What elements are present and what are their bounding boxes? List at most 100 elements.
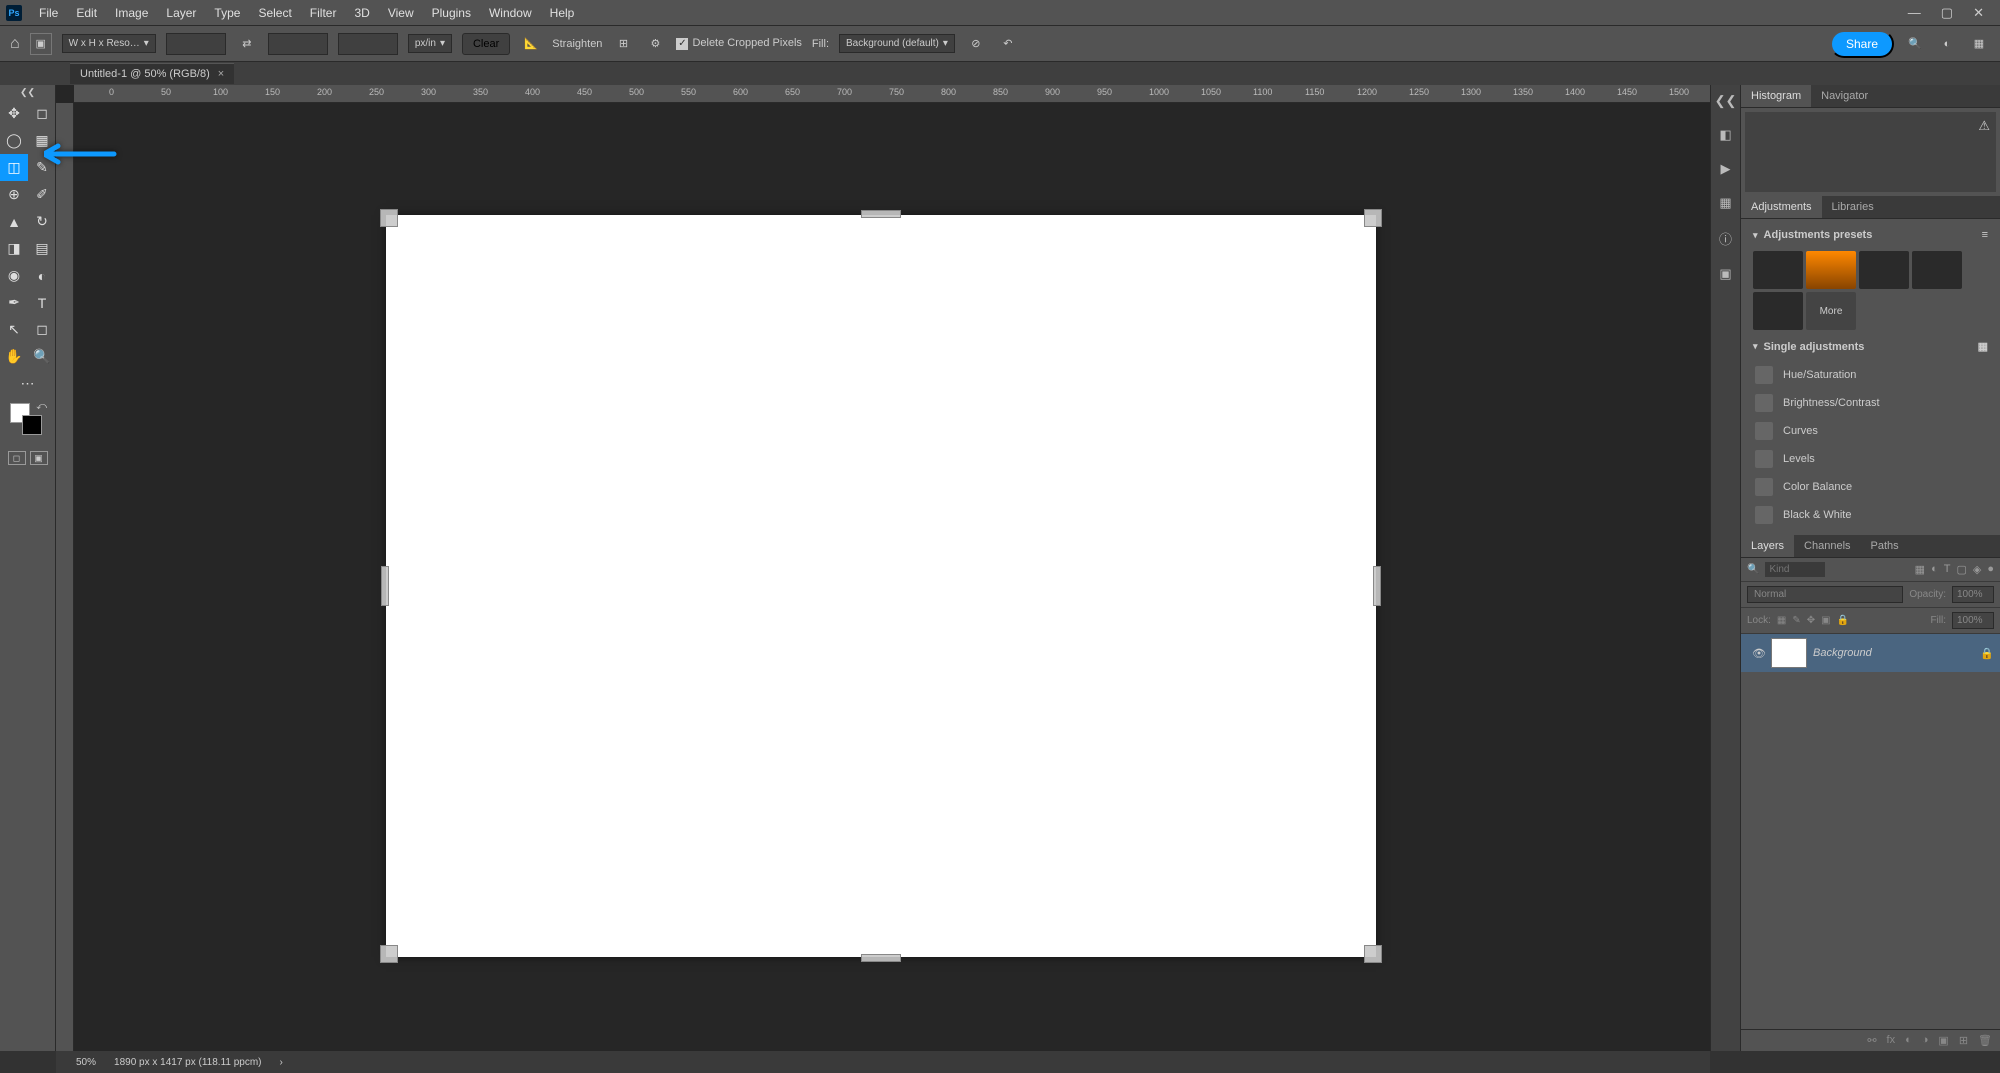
pen-tool[interactable]: ✒: [0, 289, 28, 316]
crop-handle-t[interactable]: [861, 210, 901, 218]
lock-artboard-icon[interactable]: ▣: [1821, 615, 1830, 626]
menu-window[interactable]: Window: [480, 0, 541, 26]
dock-color-icon[interactable]: ◧: [1719, 127, 1731, 143]
crop-settings-icon[interactable]: ⚙: [644, 33, 666, 55]
menu-select[interactable]: Select: [249, 0, 300, 26]
filter-smart-icon[interactable]: ◈: [1973, 563, 1981, 576]
tab-paths[interactable]: Paths: [1861, 535, 1909, 557]
preset-2[interactable]: [1806, 251, 1856, 289]
dock-info-icon[interactable]: ⓘ: [1719, 229, 1732, 248]
crop-handle-l[interactable]: [381, 566, 389, 606]
tab-layers[interactable]: Layers: [1741, 535, 1794, 557]
reset-icon[interactable]: ⊘: [965, 33, 987, 55]
move-tool[interactable]: ✥: [0, 100, 28, 127]
menu-layer[interactable]: Layer: [157, 0, 205, 26]
zoom-tool[interactable]: 🔍: [28, 343, 56, 370]
layer-visibility-icon[interactable]: 👁: [1747, 647, 1771, 660]
crop-handle-r[interactable]: [1373, 566, 1381, 606]
menu-filter[interactable]: Filter: [301, 0, 346, 26]
preset-1[interactable]: [1753, 251, 1803, 289]
lock-position-icon[interactable]: ✥: [1807, 615, 1815, 626]
hand-tool[interactable]: ✋: [0, 343, 28, 370]
layer-locked-icon[interactable]: 🔒: [1980, 647, 1994, 660]
single-grid-icon[interactable]: ▦: [1978, 340, 1988, 353]
doc-dimensions[interactable]: 1890 px x 1417 px (118.11 ppcm): [114, 1057, 262, 1068]
gradient-tool[interactable]: ▤: [28, 235, 56, 262]
mask-icon[interactable]: ◐: [1905, 1034, 1912, 1047]
straighten-icon[interactable]: 📐: [520, 33, 542, 55]
filter-type-icon[interactable]: T: [1944, 563, 1951, 576]
fill-dropdown[interactable]: Background (default)▾: [839, 34, 955, 53]
histogram-warning-icon[interactable]: ⚠: [1978, 118, 1990, 134]
adjustments-presets-header[interactable]: Adjustments presets≡: [1745, 223, 1996, 247]
crop-ratio-dropdown[interactable]: W x H x Reso…▾: [62, 34, 156, 53]
fill-input[interactable]: 100%: [1952, 612, 1994, 629]
layer-kind-search[interactable]: [1765, 562, 1825, 577]
crop-handle-b[interactable]: [861, 954, 901, 962]
screenmode-icon[interactable]: ▣: [30, 451, 48, 465]
vertical-ruler[interactable]: [56, 103, 74, 1051]
crop-handle-bl[interactable]: [380, 945, 398, 963]
home-icon[interactable]: ⌂: [10, 35, 20, 53]
tab-channels[interactable]: Channels: [1794, 535, 1860, 557]
marquee-tool[interactable]: ◻: [28, 100, 56, 127]
color-swatches[interactable]: ⤺: [0, 397, 55, 447]
preset-more[interactable]: More: [1806, 292, 1856, 330]
single-adjustments-header[interactable]: Single adjustments▦: [1745, 334, 1996, 359]
delete-layer-icon[interactable]: 🗑: [1978, 1034, 1992, 1047]
adjustment-hue-saturation[interactable]: Hue/Saturation: [1753, 361, 1988, 389]
filter-shape-icon[interactable]: ▢: [1956, 563, 1966, 576]
swap-colors-icon[interactable]: ⤺: [36, 401, 47, 412]
menu-3d[interactable]: 3D: [345, 0, 378, 26]
lasso-tool[interactable]: ◯: [0, 127, 28, 154]
new-layer-icon[interactable]: ⊞: [1959, 1034, 1968, 1047]
history-brush-tool[interactable]: ↻: [28, 208, 56, 235]
path-select-tool[interactable]: ↖: [0, 316, 28, 343]
dock-play-icon[interactable]: ▶: [1721, 161, 1731, 177]
crop-unit-dropdown[interactable]: px/in▾: [408, 34, 452, 53]
window-minimize-icon[interactable]: —: [1908, 5, 1921, 21]
dock-chev-icon[interactable]: ❮❮: [1715, 93, 1737, 109]
filter-image-icon[interactable]: ▦: [1915, 563, 1925, 576]
adjustment-brightness-contrast[interactable]: Brightness/Contrast: [1753, 389, 1988, 417]
window-maximize-icon[interactable]: ▢: [1941, 5, 1953, 21]
crop-handle-tr[interactable]: [1364, 209, 1382, 227]
menu-file[interactable]: File: [30, 0, 67, 26]
menu-image[interactable]: Image: [106, 0, 157, 26]
undo-icon[interactable]: ↶: [997, 33, 1019, 55]
healing-tool[interactable]: ⊕: [0, 181, 28, 208]
workspace-icon[interactable]: ▦: [1968, 33, 1990, 55]
tab-histogram[interactable]: Histogram: [1741, 85, 1811, 107]
blur-tool[interactable]: ◉: [0, 262, 28, 289]
background-color[interactable]: [22, 415, 42, 435]
dock-prop-icon[interactable]: ▣: [1719, 266, 1731, 282]
dodge-tool[interactable]: ◐: [28, 262, 56, 289]
preset-4[interactable]: [1912, 251, 1962, 289]
swap-dimensions-icon[interactable]: ⇄: [236, 33, 258, 55]
blend-mode-dropdown[interactable]: Normal: [1747, 586, 1903, 603]
fx-icon[interactable]: fx: [1887, 1034, 1896, 1047]
crop-height-input[interactable]: [268, 33, 328, 55]
filter-toggle-icon[interactable]: ●: [1987, 563, 1994, 576]
eraser-tool[interactable]: ◨: [0, 235, 28, 262]
menu-edit[interactable]: Edit: [67, 0, 106, 26]
tab-libraries[interactable]: Libraries: [1822, 196, 1884, 218]
clear-button[interactable]: Clear: [462, 33, 510, 55]
layer-background[interactable]: 👁 Background 🔒: [1741, 634, 2000, 672]
help-icon[interactable]: ◐: [1936, 33, 1958, 55]
share-button[interactable]: Share: [1830, 30, 1894, 58]
brush-tool[interactable]: ✐: [28, 181, 56, 208]
layer-thumbnail[interactable]: [1771, 638, 1807, 668]
group-icon[interactable]: ▣: [1938, 1034, 1948, 1047]
search-icon[interactable]: 🔍: [1904, 33, 1926, 55]
window-close-icon[interactable]: ✕: [1973, 5, 1984, 21]
overlay-options-icon[interactable]: ⊞: [612, 33, 634, 55]
adjustment-color-balance[interactable]: Color Balance: [1753, 473, 1988, 501]
presets-menu-icon[interactable]: ≡: [1982, 229, 1988, 241]
filter-adj-icon[interactable]: ◐: [1931, 563, 1938, 576]
adjustment-black-white[interactable]: Black & White: [1753, 501, 1988, 529]
delete-cropped-checkbox[interactable]: ✓Delete Cropped Pixels: [676, 37, 801, 50]
edit-toolbar-icon[interactable]: ⋯: [0, 370, 55, 397]
stamp-tool[interactable]: ▲: [0, 208, 28, 235]
type-tool[interactable]: T: [28, 289, 56, 316]
